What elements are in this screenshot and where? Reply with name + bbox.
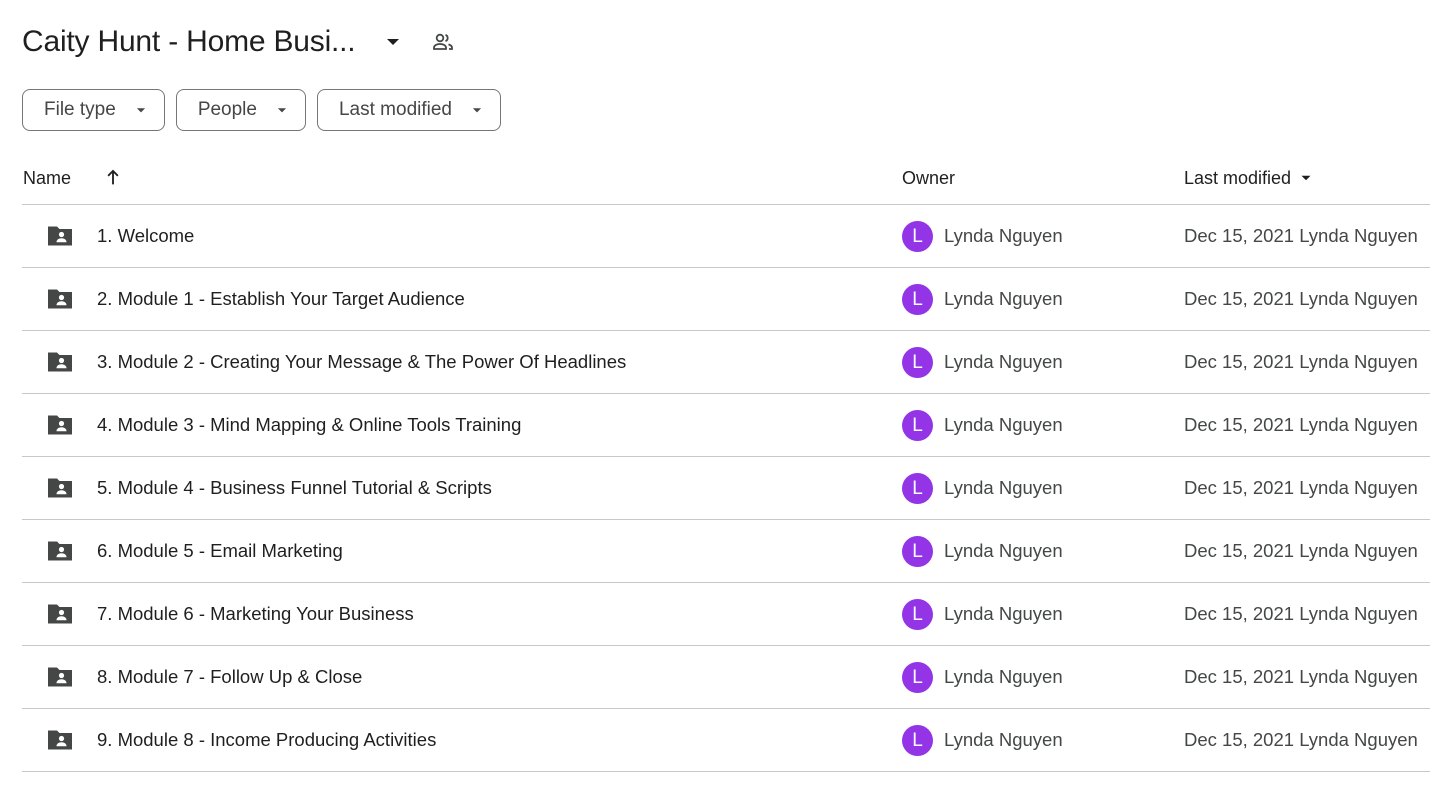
owner-name: Lynda Nguyen — [944, 288, 1063, 309]
table-row[interactable]: 4. Module 3 - Mind Mapping & Online Tool… — [22, 394, 1430, 457]
owner-name: Lynda Nguyen — [944, 603, 1063, 624]
last-modified-value: Dec 15, 2021 Lynda Nguyen — [1184, 225, 1418, 246]
last-modified-column-header[interactable]: Last modified — [1184, 166, 1315, 190]
last-modified-header-label: Last modified — [1184, 167, 1292, 188]
last-modified-value: Dec 15, 2021 Lynda Nguyen — [1184, 288, 1418, 309]
owner-column-header[interactable]: Owner — [902, 166, 955, 190]
shared-folder-icon — [46, 728, 74, 752]
last-modified-value: Dec 15, 2021 Lynda Nguyen — [1184, 729, 1418, 750]
last-modified-filter[interactable]: Last modified — [316, 89, 501, 131]
avatar[interactable]: L — [902, 473, 933, 504]
chip-label: People — [197, 99, 257, 120]
table-row[interactable]: 5. Module 4 - Business Funnel Tutorial &… — [22, 457, 1430, 520]
table-row[interactable]: 7. Module 6 - Marketing Your Business L … — [22, 583, 1430, 646]
avatar[interactable]: L — [902, 284, 933, 315]
shared-folder-icon — [46, 224, 74, 248]
arrow-drop-down-icon — [470, 103, 484, 117]
last-modified-value: Dec 15, 2021 Lynda Nguyen — [1184, 414, 1418, 435]
file-type-filter[interactable]: File type — [22, 89, 165, 131]
avatar[interactable]: L — [902, 662, 933, 693]
last-modified-value: Dec 15, 2021 Lynda Nguyen — [1184, 477, 1418, 498]
avatar[interactable]: L — [902, 536, 933, 567]
folder-name: 7. Module 6 - Marketing Your Business — [97, 603, 414, 624]
folder-name: 9. Module 8 - Income Producing Activitie… — [97, 729, 437, 750]
table-row[interactable]: 3. Module 2 - Creating Your Message & Th… — [22, 331, 1430, 394]
name-column-header[interactable]: Name — [23, 166, 71, 190]
table-row[interactable]: 1. Welcome L Lynda Nguyen Dec 15, 2021 L… — [22, 205, 1430, 268]
avatar[interactable]: L — [902, 410, 933, 441]
filter-chips: File type People Last modified — [22, 89, 501, 131]
table-row[interactable]: 2. Module 1 - Establish Your Target Audi… — [22, 268, 1430, 331]
shared-folder-icon — [46, 287, 74, 311]
arrow-drop-down-icon — [134, 103, 148, 117]
last-modified-value: Dec 15, 2021 Lynda Nguyen — [1184, 603, 1418, 624]
folder-title[interactable]: Caity Hunt - Home Busi... — [22, 25, 356, 59]
folder-name: 6. Module 5 - Email Marketing — [97, 540, 343, 561]
chip-label: File type — [44, 99, 116, 120]
people-filter[interactable]: People — [175, 89, 306, 131]
folder-name: 2. Module 1 - Establish Your Target Audi… — [97, 288, 465, 309]
folder-name: 1. Welcome — [97, 225, 195, 246]
shared-folder-icon — [46, 665, 74, 689]
owner-name: Lynda Nguyen — [944, 666, 1063, 687]
shared-folder-icon — [46, 539, 74, 563]
arrow-upward-icon[interactable] — [102, 166, 124, 188]
shared-folder-icon — [46, 350, 74, 374]
shared-folder-icon — [46, 602, 74, 626]
shared-folder-icon — [46, 413, 74, 437]
chip-label: Last modified — [338, 99, 452, 120]
table-row[interactable]: 6. Module 5 - Email Marketing L Lynda Ng… — [22, 520, 1430, 583]
owner-name: Lynda Nguyen — [944, 414, 1063, 435]
shared-folder-icon — [46, 476, 74, 500]
folder-name: 5. Module 4 - Business Funnel Tutorial &… — [97, 477, 492, 498]
arrow-drop-down-icon — [275, 103, 289, 117]
last-modified-value: Dec 15, 2021 Lynda Nguyen — [1184, 351, 1418, 372]
people-icon[interactable] — [429, 28, 457, 56]
owner-name: Lynda Nguyen — [944, 477, 1063, 498]
file-list: 1. Welcome L Lynda Nguyen Dec 15, 2021 L… — [22, 205, 1430, 772]
folder-header: Caity Hunt - Home Busi... — [22, 22, 457, 62]
arrow-drop-down-icon[interactable] — [381, 30, 405, 54]
owner-name: Lynda Nguyen — [944, 729, 1063, 750]
owner-name: Lynda Nguyen — [944, 540, 1063, 561]
table-row[interactable]: 9. Module 8 - Income Producing Activitie… — [22, 709, 1430, 772]
avatar[interactable]: L — [902, 221, 933, 252]
avatar[interactable]: L — [902, 599, 933, 630]
table-row[interactable]: 8. Module 7 - Follow Up & Close L Lynda … — [22, 646, 1430, 709]
owner-name: Lynda Nguyen — [944, 351, 1063, 372]
last-modified-value: Dec 15, 2021 Lynda Nguyen — [1184, 666, 1418, 687]
last-modified-value: Dec 15, 2021 Lynda Nguyen — [1184, 540, 1418, 561]
folder-name: 4. Module 3 - Mind Mapping & Online Tool… — [97, 414, 522, 435]
avatar[interactable]: L — [902, 347, 933, 378]
avatar[interactable]: L — [902, 725, 933, 756]
owner-name: Lynda Nguyen — [944, 225, 1063, 246]
folder-name: 3. Module 2 - Creating Your Message & Th… — [97, 351, 627, 372]
folder-name: 8. Module 7 - Follow Up & Close — [97, 666, 363, 687]
arrow-drop-down-icon — [1297, 169, 1315, 187]
